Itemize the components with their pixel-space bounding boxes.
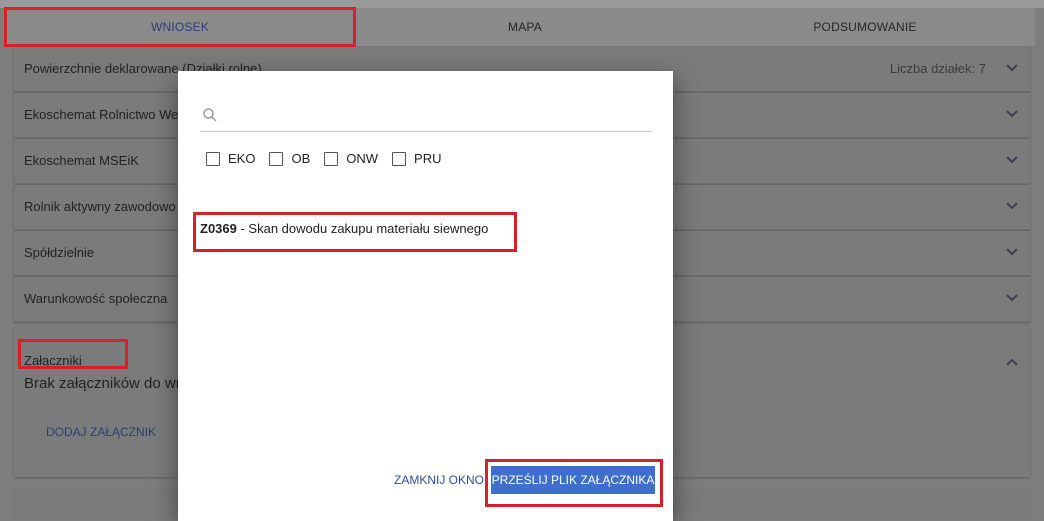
close-dialog-button[interactable]: ZAMKNIJ OKNO (394, 473, 484, 487)
section-label: Ekoschemat Rolnictwo We (24, 107, 179, 122)
checkbox-box[interactable] (269, 151, 284, 166)
section-label: Warunkowość społeczna (24, 291, 168, 306)
tab-label: PODSUMOWANIE (813, 20, 917, 34)
chevron-down-icon[interactable] (1004, 105, 1020, 121)
parcel-count: Liczba działek: 7 (889, 61, 986, 76)
chevron-up-icon[interactable] (1004, 355, 1020, 371)
checkbox-box[interactable] (324, 151, 339, 166)
filter-ob-checkbox[interactable]: OB (269, 151, 310, 166)
filter-eko-checkbox[interactable]: EKO (206, 151, 255, 166)
chevron-down-icon[interactable] (1004, 243, 1020, 259)
section-label: Ekoschemat MSEiK (24, 153, 139, 168)
highlight-attachments-title (18, 339, 128, 369)
tab-mapa[interactable]: MAPA (355, 8, 695, 46)
tab-label: MAPA (508, 20, 542, 34)
chevron-down-icon[interactable] (1004, 151, 1020, 167)
checkbox-box[interactable] (392, 151, 407, 166)
attachment-dialog: EKO OB ONW PRU Z0369 - Skan dowodu zakup… (178, 71, 673, 521)
add-attachment-button[interactable]: DODAJ ZAŁĄCZNIK (46, 425, 156, 439)
filter-label: EKO (228, 151, 256, 166)
highlight-attachment-option (193, 212, 517, 252)
filter-onw-checkbox[interactable]: ONW (324, 151, 378, 166)
chevron-down-icon[interactable] (1004, 59, 1020, 75)
chevron-down-icon[interactable] (1004, 197, 1020, 213)
checkbox-box[interactable] (206, 151, 220, 166)
attachments-empty-text: Brak załączników do wn (24, 375, 185, 392)
filter-label: OB (291, 151, 311, 166)
tab-podsumowanie[interactable]: PODSUMOWANIE (695, 8, 1035, 46)
filter-label: ONW (346, 151, 379, 166)
section-label: Spółdzielnie (24, 245, 95, 260)
highlight-upload-button (485, 459, 663, 507)
filter-checkboxes: EKO OB ONW PRU (206, 151, 442, 166)
chevron-down-icon[interactable] (1004, 289, 1020, 305)
search-icon (203, 108, 217, 122)
section-label: Rolnik aktywny zawodowo (24, 199, 176, 214)
filter-label: PRU (414, 151, 442, 166)
filter-pru-checkbox[interactable]: PRU (392, 151, 442, 166)
search-field[interactable] (200, 99, 652, 132)
highlight-tab-wniosek (4, 7, 356, 47)
